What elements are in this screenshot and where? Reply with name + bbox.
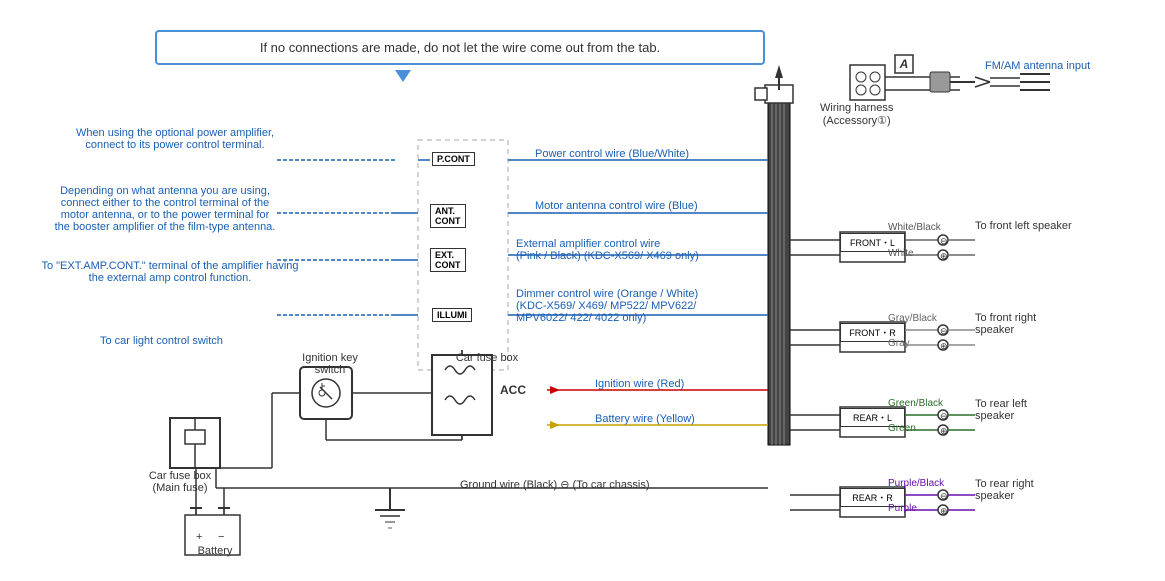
car-fuse-main-text: Car fuse box (Main fuse) [149, 470, 211, 494]
front-left-color2: White [888, 248, 914, 259]
antenna-text: FM/AM antenna input [985, 60, 1090, 72]
dimmer-text2: (KDC-X569/ X469/ MP522/ MPV622/ [516, 300, 698, 312]
rear-left-color1: Green/Black [888, 398, 943, 409]
car-fuse-box-text: Car fuse box [456, 352, 518, 364]
illumi-terminal: ILLUMI [432, 308, 472, 322]
ignition-wire-label: Ignition wire (Red) [595, 378, 684, 390]
note-ant-line4: the booster amplifier of the film-type a… [40, 221, 290, 233]
dimmer-text3: MPV6022/ 422/ 4022 only) [516, 312, 698, 324]
pcont-label: P.CONT [437, 154, 470, 164]
svg-text:⊖: ⊖ [940, 236, 948, 246]
note-ant-line2: connect either to the control terminal o… [40, 197, 290, 209]
note-ext-line1: To "EXT.AMP.CONT." terminal of the ampli… [35, 260, 305, 272]
front-left-label: FRONT・L [850, 238, 895, 248]
rear-left-color2: Green [888, 423, 916, 434]
ground-wire-text: Ground wire (Black) ⊖ (To car chassis) [460, 479, 650, 491]
illumi-label: ILLUMI [437, 310, 467, 320]
pcont-terminal: P.CONT [432, 152, 475, 166]
note-ext-amp: To "EXT.AMP.CONT." terminal of the ampli… [35, 260, 305, 284]
acc-label: ACC [500, 383, 526, 397]
svg-text:⊖: ⊖ [940, 411, 948, 421]
note-antenna: Depending on what antenna you are using,… [40, 185, 290, 233]
note-power-amp-line2: connect to its power control terminal. [65, 139, 285, 151]
svg-text:⊕: ⊕ [940, 426, 948, 436]
motor-ant-text: Motor antenna control wire (Blue) [535, 200, 698, 212]
svg-text:−: − [218, 531, 224, 543]
extcont-label: EXT.CONT [435, 250, 461, 270]
power-ctrl-text: Power control wire (Blue/White) [535, 148, 689, 160]
callout-arrow [395, 70, 411, 82]
ignition-key-label: Ignition key switch [290, 352, 370, 376]
ext-amp-text2: (Pink / Black) (KDC-X569/ X469 only) [516, 250, 699, 262]
ext-amp-wire-label: External amplifier control wire (Pink / … [516, 238, 699, 262]
svg-text:⊖: ⊖ [940, 326, 948, 336]
rear-right-color2: Purple [888, 503, 917, 514]
rear-right-color1: Purple/Black [888, 478, 944, 489]
harness-subtitle: (Accessory①) [820, 114, 893, 127]
front-left-color1: White/Black [888, 222, 941, 233]
front-left-speaker-label: To front left speaker [975, 220, 1072, 232]
rear-left-speaker-label: To rear leftspeaker [975, 398, 1027, 422]
harness-label: Wiring harness (Accessory①) [820, 102, 893, 127]
svg-text:⊕: ⊕ [940, 251, 948, 261]
note-car-light: To car light control switch [100, 335, 223, 347]
power-ctrl-wire-label: Power control wire (Blue/White) [535, 148, 689, 160]
ground-wire-label: Ground wire (Black) ⊖ (To car chassis) [460, 478, 650, 491]
battery-wire-text: Battery wire (Yellow) [595, 413, 695, 425]
battery-wire-label: Battery wire (Yellow) [595, 413, 695, 425]
front-right-speaker-label: To front rightspeaker [975, 312, 1036, 336]
front-right-label: FRONT・R [849, 328, 896, 338]
dimmer-wire-label: Dimmer control wire (Orange / White) (KD… [516, 288, 698, 324]
harness-title: Wiring harness [820, 102, 893, 114]
front-right-color2: Gray [888, 338, 910, 349]
rear-right-label: REAR・R [852, 493, 893, 503]
note-car-light-text: To car light control switch [100, 335, 223, 347]
rear-right-speaker-label: To rear rightspeaker [975, 478, 1034, 502]
note-ant-line1: Depending on what antenna you are using, [40, 185, 290, 197]
dimmer-text1: Dimmer control wire (Orange / White) [516, 288, 698, 300]
svg-text:⊕: ⊕ [940, 341, 948, 351]
diagram-container: A [0, 0, 1165, 581]
ignition-key-text: Ignition key switch [302, 352, 358, 376]
note-power-amp-line1: When using the optional power amplifier, [65, 127, 285, 139]
motor-ant-wire-label: Motor antenna control wire (Blue) [535, 200, 698, 212]
svg-text:+: + [196, 531, 202, 543]
battery-text: Battery [198, 545, 233, 557]
callout-box: If no connections are made, do not let t… [155, 30, 765, 65]
antcont-label: ANT.CONT [435, 206, 461, 226]
svg-text:⊕: ⊕ [940, 506, 948, 516]
extcont-terminal: EXT.CONT [430, 248, 466, 272]
front-right-color1: Gray/Black [888, 313, 937, 324]
svg-text:⊖: ⊖ [940, 491, 948, 501]
note-ant-line3: motor antenna, or to the power terminal … [40, 209, 290, 221]
callout-text: If no connections are made, do not let t… [260, 40, 660, 55]
antenna-label: FM/AM antenna input [985, 60, 1090, 72]
rear-left-label: REAR・L [853, 413, 892, 423]
car-fuse-main-label: Car fuse box (Main fuse) [140, 470, 220, 494]
note-ext-line2: the external amp control function. [35, 272, 305, 284]
battery-label: Battery [185, 545, 245, 557]
svg-text:A: A [899, 57, 909, 71]
ext-amp-text1: External amplifier control wire [516, 238, 699, 250]
antcont-terminal: ANT.CONT [430, 204, 466, 228]
acc-text: ACC [500, 383, 526, 397]
note-power-amp: When using the optional power amplifier,… [65, 127, 285, 151]
ignition-wire-text: Ignition wire (Red) [595, 378, 684, 390]
car-fuse-box-label: Car fuse box [452, 352, 522, 364]
